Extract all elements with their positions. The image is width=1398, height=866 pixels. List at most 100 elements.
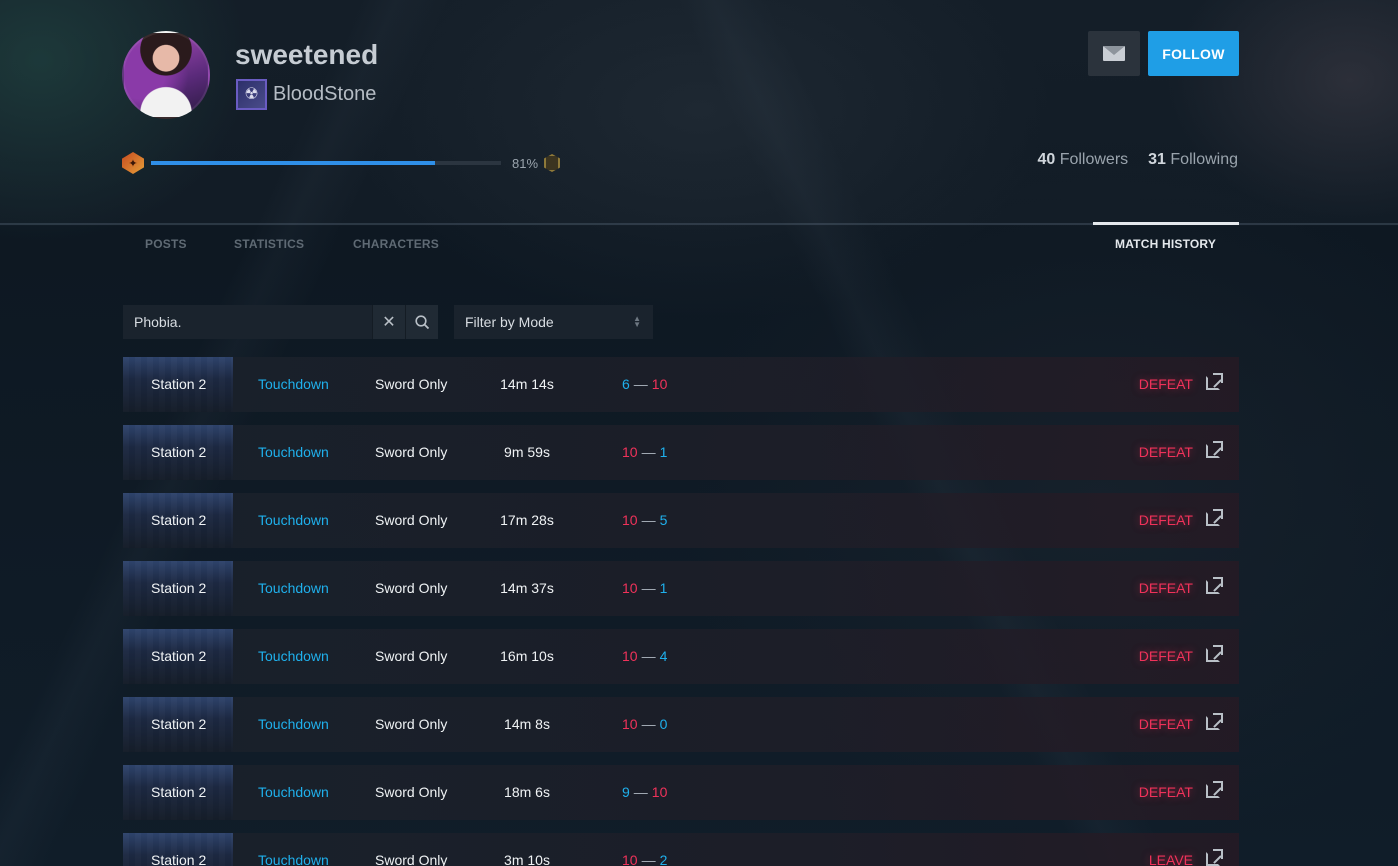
match-result: DEFEAT <box>1138 444 1193 460</box>
match-map: Station 2 <box>151 648 207 664</box>
followers-link[interactable]: 40 Followers <box>1037 151 1128 169</box>
followers-label: Followers <box>1059 151 1129 168</box>
external-link-icon[interactable] <box>1206 373 1223 390</box>
match-mode[interactable]: Touchdown <box>258 784 329 800</box>
external-link-icon[interactable] <box>1206 849 1223 866</box>
clan-emblem-icon: ☢ <box>236 78 267 110</box>
score-separator: — <box>633 376 648 392</box>
match-duration: 18m 6s <box>504 784 550 800</box>
match-map: Station 2 <box>151 444 207 460</box>
match-variant: Sword Only <box>375 376 448 392</box>
match-mode[interactable]: Touchdown <box>258 512 329 528</box>
profile-tabs: POSTS STATISTICS CHARACTERS MATCH HISTOR… <box>0 222 1398 265</box>
username: sweetened <box>235 39 379 70</box>
match-mode[interactable]: Touchdown <box>258 648 329 664</box>
match-mode[interactable]: Touchdown <box>258 580 329 596</box>
match-duration: 3m 10s <box>504 852 550 866</box>
tab-posts[interactable]: POSTS <box>145 237 187 251</box>
match-row[interactable]: Station 2 Touchdown Sword Only 16m 10s 10—4 D… <box>123 629 1239 684</box>
match-result: DEFEAT <box>1138 580 1193 596</box>
score-separator: — <box>641 444 656 460</box>
match-variant: Sword Only <box>375 716 448 732</box>
match-score: 6—10 <box>622 376 667 392</box>
match-mode[interactable]: Touchdown <box>258 852 329 866</box>
match-map: Station 2 <box>151 512 207 528</box>
tab-statistics[interactable]: STATISTICS <box>234 237 304 251</box>
match-row[interactable]: Station 2 Touchdown Sword Only 9m 59s 10—1 DE… <box>123 425 1239 480</box>
match-row[interactable]: Station 2 Touchdown Sword Only 18m 6s 9—10 DE… <box>123 765 1239 820</box>
match-score: 10—2 <box>622 852 667 866</box>
mode-filter-select[interactable]: Filter by Mode ▲ ▼ <box>454 305 653 339</box>
match-variant: Sword Only <box>375 580 448 596</box>
following-link[interactable]: 31 Following <box>1148 151 1238 169</box>
active-tab-indicator <box>1093 222 1239 225</box>
match-result: LEAVE <box>1148 852 1193 866</box>
match-variant: Sword Only <box>375 444 448 460</box>
score-right: 1 <box>659 444 668 460</box>
match-duration: 16m 10s <box>500 648 554 664</box>
tab-characters[interactable]: CHARACTERS <box>353 237 439 251</box>
message-button[interactable] <box>1088 31 1140 76</box>
mode-filter-value: Filter by Mode <box>465 314 554 330</box>
score-left: 10 <box>622 580 638 596</box>
search-input[interactable] <box>123 305 372 339</box>
score-left: 10 <box>622 648 638 664</box>
match-mode[interactable]: Touchdown <box>258 444 329 460</box>
score-separator: — <box>633 784 648 800</box>
match-duration: 14m 8s <box>504 716 550 732</box>
match-mode[interactable]: Touchdown <box>258 716 329 732</box>
match-score: 10—0 <box>622 716 667 732</box>
score-right: 5 <box>659 512 668 528</box>
score-right: 0 <box>659 716 668 732</box>
clear-button[interactable]: ✕ <box>372 305 405 339</box>
match-duration: 14m 14s <box>500 376 554 392</box>
level-progress: ✦ 81% <box>122 152 561 174</box>
sort-caret-icon: ▲ ▼ <box>633 314 641 329</box>
external-link-icon[interactable] <box>1206 713 1223 730</box>
match-row[interactable]: Station 2 Touchdown Sword Only 14m 8s 10—0 DE… <box>123 697 1239 752</box>
score-left: 10 <box>622 444 638 460</box>
external-link-icon[interactable] <box>1206 441 1223 458</box>
clan[interactable]: ☢ BloodStone <box>236 78 376 110</box>
match-variant: Sword Only <box>375 852 448 866</box>
external-link-icon[interactable] <box>1206 781 1223 798</box>
avatar[interactable] <box>122 31 210 119</box>
match-score: 10—4 <box>622 648 667 664</box>
match-mode[interactable]: Touchdown <box>258 376 329 392</box>
follow-button[interactable]: FOLLOW <box>1148 31 1239 76</box>
match-map: Station 2 <box>151 716 207 732</box>
external-link-icon[interactable] <box>1206 509 1223 526</box>
match-score: 9—10 <box>622 784 667 800</box>
match-variant: Sword Only <box>375 648 448 664</box>
match-row[interactable]: Station 2 Touchdown Sword Only 14m 37s 10—1 D… <box>123 561 1239 616</box>
following-count: 31 <box>1148 151 1166 168</box>
match-score: 10—1 <box>622 444 667 460</box>
followers-count: 40 <box>1037 151 1056 168</box>
match-duration: 14m 37s <box>500 580 554 596</box>
following-label: Following <box>1170 151 1238 168</box>
match-score: 10—1 <box>622 580 667 596</box>
score-separator: — <box>641 852 656 866</box>
next-rank-icon <box>544 154 561 172</box>
score-separator: — <box>641 648 656 664</box>
match-row[interactable]: Station 2 Touchdown Sword Only 17m 28s 10—5 D… <box>123 493 1239 548</box>
score-left: 10 <box>622 716 638 732</box>
external-link-icon[interactable] <box>1206 645 1223 662</box>
match-result: DEFEAT <box>1138 648 1193 664</box>
match-row[interactable]: Station 2 Touchdown Sword Only 14m 14s 6—10 D… <box>123 357 1239 412</box>
match-result: DEFEAT <box>1138 512 1193 528</box>
match-map: Station 2 <box>151 784 207 800</box>
match-variant: Sword Only <box>375 512 448 528</box>
match-row[interactable]: Station 2 Touchdown Sword Only 3m 10s 10—2 LE… <box>123 833 1239 866</box>
mail-icon <box>1103 46 1125 61</box>
match-map: Station 2 <box>151 852 207 866</box>
search-icon <box>414 314 429 329</box>
match-duration: 17m 28s <box>500 512 554 528</box>
score-separator: — <box>641 716 656 732</box>
score-right: 10 <box>651 376 668 392</box>
search-button[interactable] <box>405 305 438 339</box>
search-box: ✕ <box>123 305 438 339</box>
external-link-icon[interactable] <box>1206 577 1223 594</box>
tab-match-history[interactable]: MATCH HISTORY <box>1115 237 1216 251</box>
xp-percent: 81% <box>512 155 539 171</box>
